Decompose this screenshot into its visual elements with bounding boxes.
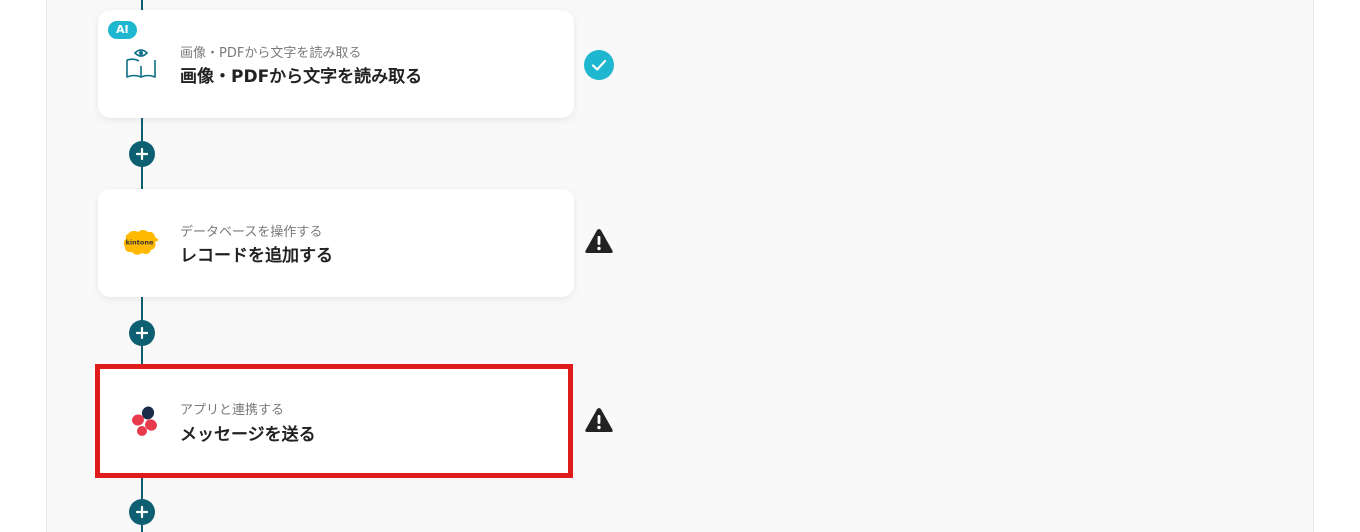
- plus-icon: [136, 506, 148, 518]
- step-title: 画像・PDFから文字を読み取る: [180, 67, 423, 87]
- step-subtitle: 画像・PDFから文字を読み取る: [180, 46, 362, 61]
- step-subtitle: アプリと連携する: [180, 403, 285, 418]
- chatwork-logo: [126, 404, 164, 438]
- step-subtitle: データベースを操作する: [180, 225, 323, 240]
- kintone-logo: kintone: [122, 226, 160, 260]
- step-title: メッセージを送る: [180, 425, 316, 445]
- add-step-button[interactable]: [129, 320, 155, 346]
- plus-icon: [136, 327, 148, 339]
- book-eye-icon: [122, 47, 160, 81]
- warning-icon[interactable]: [584, 226, 614, 256]
- warning-icon[interactable]: [584, 405, 614, 435]
- plus-icon: [136, 148, 148, 160]
- step-title: レコードを追加する: [180, 246, 333, 266]
- svg-text:kintone: kintone: [126, 239, 154, 247]
- add-step-button[interactable]: [129, 499, 155, 525]
- check-icon: [584, 50, 614, 80]
- flow-step-ocr[interactable]: AI 画像・PDFから文字を読み取る 画像・PDFから文字を読み取る: [98, 10, 574, 118]
- add-step-button[interactable]: [129, 141, 155, 167]
- ai-badge: AI: [108, 21, 137, 39]
- flow-step-kintone[interactable]: kintone データベースを操作する レコードを追加する: [98, 189, 574, 297]
- flow-step-chatwork[interactable]: アプリと連携する メッセージを送る: [95, 364, 573, 478]
